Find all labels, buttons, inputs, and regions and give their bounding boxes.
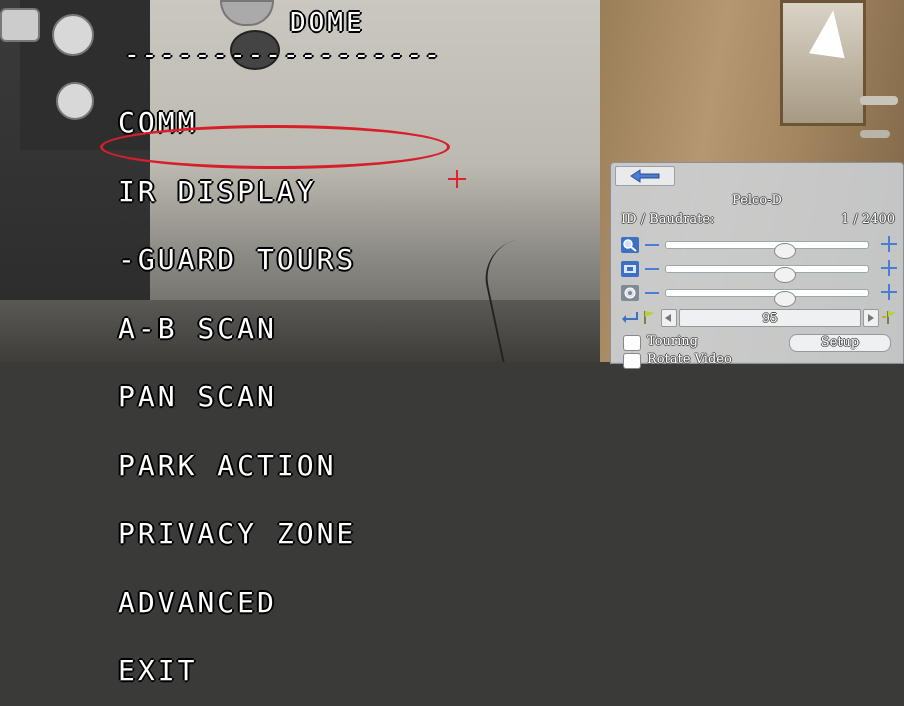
iris-slider[interactable] [665, 289, 869, 307]
menu-item-ir-display[interactable]: IR DISPLAY [118, 176, 356, 208]
zoom-slider-row [621, 235, 897, 259]
focus-slider-knob[interactable] [774, 267, 796, 283]
iris-slider-knob[interactable] [774, 291, 796, 307]
iris-close-button[interactable] [645, 292, 659, 294]
focus-icon [621, 261, 639, 277]
menu-item-park-action[interactable]: PARK ACTION [118, 450, 356, 482]
preset-increment-button[interactable] [863, 309, 879, 327]
osd-separator: ------------------ [124, 40, 442, 70]
mounted-camera-1 [0, 8, 40, 42]
white-arrow-overlay [808, 7, 852, 59]
ptz-control-panel: Pelco-D ID / Baudrate: 1 / 2400 95 Touri… [610, 162, 904, 369]
menu-item-guard-tours[interactable]: -GUARD TOURS [118, 244, 356, 276]
focus-far-button[interactable] [881, 260, 897, 276]
iris-icon [621, 285, 639, 301]
zoom-out-button[interactable] [645, 244, 659, 246]
zoom-slider-knob[interactable] [774, 243, 796, 259]
menu-item-ab-scan[interactable]: A-B SCAN [118, 313, 356, 345]
crosshair-icon [448, 170, 466, 188]
iris-slider-row [621, 283, 897, 307]
zoom-slider[interactable] [665, 241, 869, 259]
mounted-camera-5 [56, 82, 94, 120]
osd-title: DOME [290, 8, 365, 38]
zoom-in-button[interactable] [881, 236, 897, 252]
preset-decrement-button[interactable] [661, 309, 677, 327]
protocol-label: Pelco-D [732, 193, 782, 208]
focus-slider[interactable] [665, 265, 869, 283]
touring-checkbox[interactable] [623, 335, 641, 351]
id-baudrate-label: ID / Baudrate: [621, 212, 715, 227]
rotate-video-checkbox[interactable] [623, 353, 641, 369]
setup-button[interactable]: Setup [789, 334, 891, 352]
rotate-video-label: Rotate Video [647, 352, 732, 367]
touring-label: Touring [647, 334, 698, 349]
magnifier-icon [621, 237, 639, 253]
preset-stepper: 95 [621, 308, 897, 328]
iris-open-button[interactable] [881, 284, 897, 300]
menu-item-privacy-zone[interactable]: PRIVACY ZONE [118, 518, 356, 550]
door-handle [860, 96, 898, 105]
id-baudrate-value: 1 / 2400 [841, 212, 895, 227]
focus-slider-row [621, 259, 897, 283]
mounted-camera-2 [52, 14, 94, 56]
back-button[interactable] [615, 166, 675, 186]
flag-icon[interactable] [643, 310, 657, 324]
focus-near-button[interactable] [645, 268, 659, 270]
preset-value[interactable]: 95 [679, 309, 861, 327]
menu-item-exit[interactable]: EXIT [118, 655, 356, 687]
menu-item-advanced[interactable]: ADVANCED [118, 587, 356, 619]
back-arrow-icon [630, 169, 660, 183]
go-to-preset-flag-icon[interactable] [881, 310, 897, 324]
menu-item-pan-scan[interactable]: PAN SCAN [118, 381, 356, 413]
return-arrow-icon[interactable] [621, 310, 639, 324]
door-hinge [860, 130, 890, 138]
selection-highlight-ring [100, 125, 450, 169]
